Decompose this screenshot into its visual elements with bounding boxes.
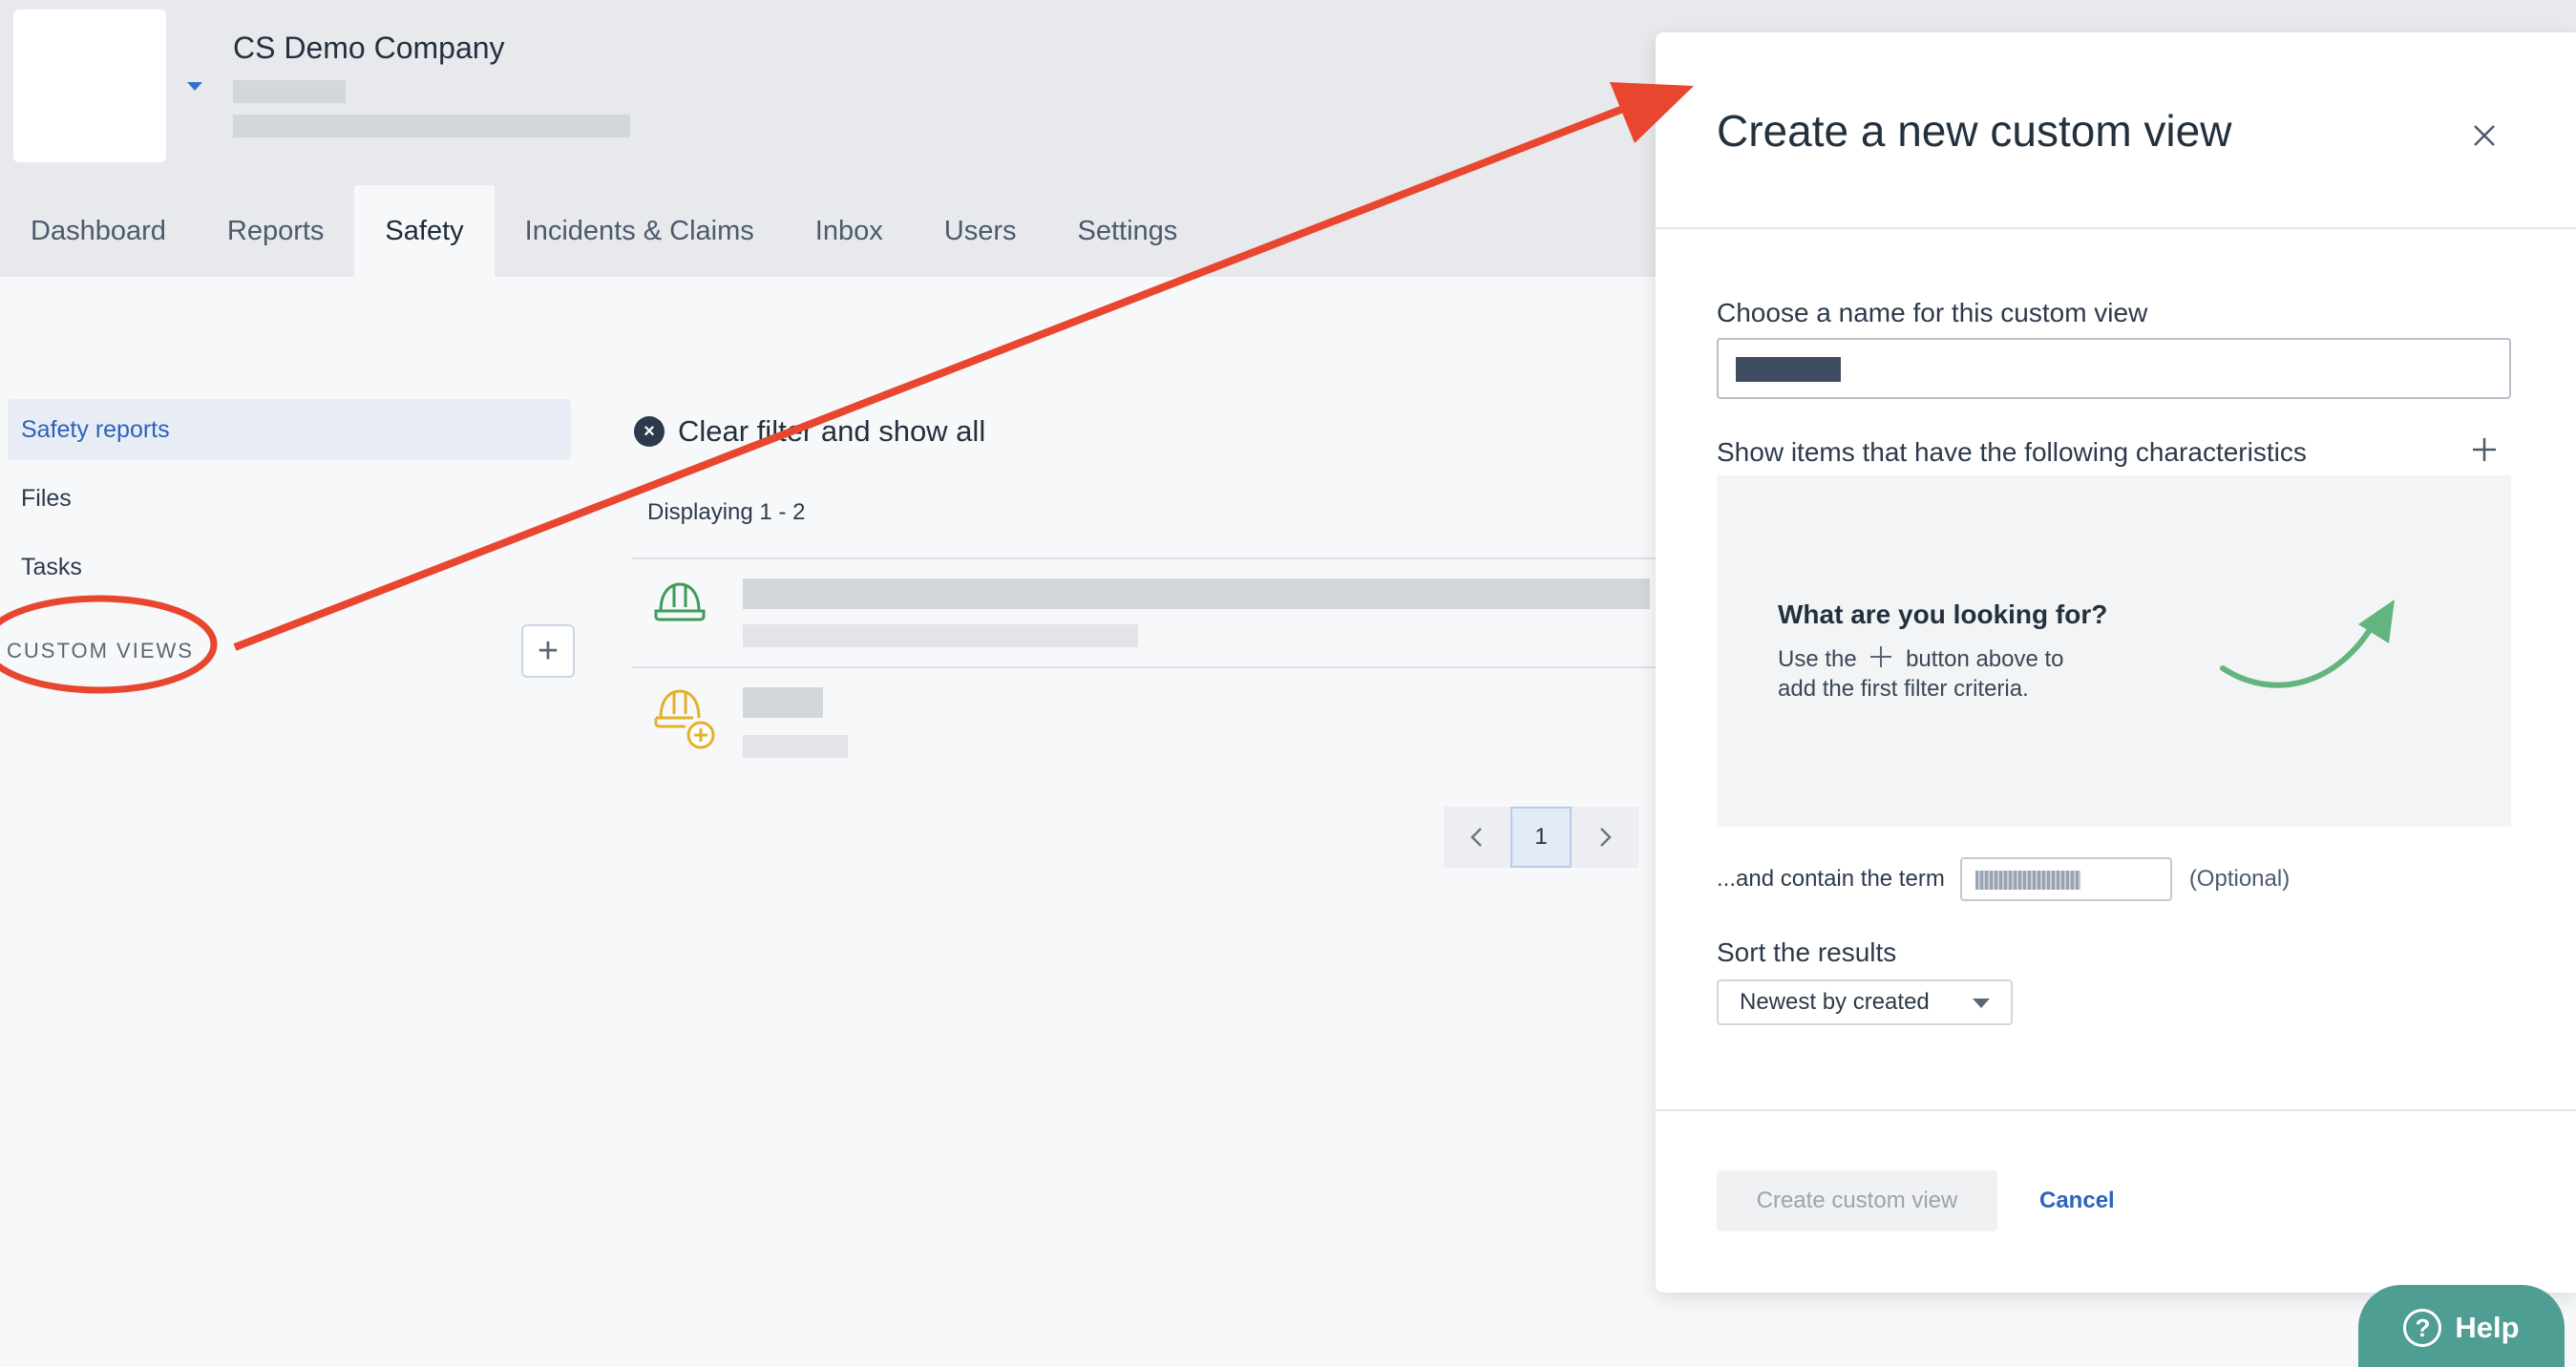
page-number-button[interactable]: 1	[1510, 807, 1572, 868]
next-page-button[interactable]	[1572, 807, 1638, 868]
pagination: 1	[1444, 807, 1638, 868]
hard-hat-add-icon	[653, 685, 716, 757]
chevron-right-icon	[1600, 828, 1612, 847]
help-button[interactable]: ? Help	[2358, 1285, 2565, 1367]
list-item-subtitle-redacted	[743, 735, 848, 758]
plus-icon: +	[537, 631, 560, 671]
add-filter-button[interactable]	[2471, 431, 2498, 470]
main-nav-tabs: Dashboard Reports Safety Incidents & Cla…	[0, 185, 1208, 277]
optional-hint: (Optional)	[2188, 866, 2291, 892]
tab-inbox[interactable]: Inbox	[785, 185, 914, 277]
company-switcher-caret-icon[interactable]	[187, 82, 202, 91]
clear-filter-label: Clear filter and show all	[678, 414, 986, 448]
sidebar-item-safety-reports[interactable]: Safety reports	[8, 399, 571, 460]
clear-filter-link[interactable]: × Clear filter and show all	[634, 414, 985, 449]
empty-state-title: What are you looking for?	[1778, 599, 2108, 629]
empty-state-text: Use the	[1778, 646, 1857, 672]
contain-term-label: ...and contain the term	[1717, 866, 1945, 892]
row-divider	[632, 557, 1663, 559]
cancel-button[interactable]: Cancel	[2039, 1170, 2115, 1231]
close-icon	[2474, 125, 2495, 146]
close-circle-icon: ×	[634, 416, 665, 447]
redacted-input-value	[1974, 871, 2080, 890]
empty-state-line-1: Use the button above to	[1778, 645, 2064, 673]
row-divider	[632, 666, 1663, 668]
create-custom-view-button[interactable]: Create custom view	[1717, 1170, 1997, 1231]
plus-icon	[2473, 438, 2496, 461]
search-term-input[interactable]	[1959, 857, 2172, 901]
create-custom-view-modal: Create a new custom view Choose a name f…	[1656, 32, 2576, 1293]
modal-divider	[1656, 227, 2576, 229]
custom-view-name-input[interactable]	[1717, 338, 2511, 399]
close-modal-button[interactable]	[2458, 109, 2511, 162]
custom-views-heading: CUSTOM VIEWS	[7, 639, 194, 662]
empty-state-line-2: add the first filter criteria.	[1778, 676, 2029, 702]
tab-dashboard[interactable]: Dashboard	[0, 185, 197, 277]
empty-state-text: button above to	[1906, 646, 2064, 672]
sort-label: Sort the results	[1717, 937, 1897, 967]
redacted-placeholder	[233, 115, 630, 137]
redacted-placeholder	[233, 80, 346, 103]
contain-term-row: ...and contain the term (Optional)	[1717, 857, 2290, 901]
company-logo[interactable]	[13, 10, 166, 162]
prev-page-button[interactable]	[1444, 807, 1510, 868]
sidebar-item-tasks[interactable]: Tasks	[8, 536, 571, 598]
sort-select[interactable]: Newest by created	[1717, 979, 2013, 1025]
question-circle-icon: ?	[2403, 1309, 2442, 1347]
tab-reports[interactable]: Reports	[197, 185, 355, 277]
displaying-count: Displaying 1 - 2	[647, 499, 806, 525]
hard-hat-icon	[653, 578, 707, 629]
tab-incidents-claims[interactable]: Incidents & Claims	[495, 185, 785, 277]
tab-safety[interactable]: Safety	[354, 185, 495, 277]
modal-title: Create a new custom view	[1717, 106, 2232, 156]
tab-users[interactable]: Users	[914, 185, 1047, 277]
curved-arrow-icon	[2220, 599, 2395, 688]
name-field-label: Choose a name for this custom view	[1717, 298, 2148, 327]
chevron-down-icon	[1973, 999, 1990, 1008]
redacted-input-value	[1736, 357, 1841, 382]
chevron-left-icon	[1470, 828, 1482, 847]
filter-empty-state: What are you looking for? Use the button…	[1717, 475, 2511, 827]
sort-select-value: Newest by created	[1740, 989, 1930, 1015]
help-label: Help	[2455, 1311, 2520, 1344]
list-item-title-redacted[interactable]	[743, 578, 1650, 609]
plus-icon	[1870, 646, 1892, 667]
sidebar-item-files[interactable]: Files	[8, 468, 571, 529]
list-item-title-redacted[interactable]	[743, 687, 823, 718]
list-item-subtitle-redacted	[743, 624, 1138, 647]
add-custom-view-button[interactable]: +	[521, 624, 575, 678]
characteristics-label: Show items that have the following chara…	[1717, 437, 2307, 467]
modal-divider	[1656, 1109, 2576, 1111]
company-name: CS Demo Company	[233, 31, 505, 65]
tab-settings[interactable]: Settings	[1046, 185, 1208, 277]
